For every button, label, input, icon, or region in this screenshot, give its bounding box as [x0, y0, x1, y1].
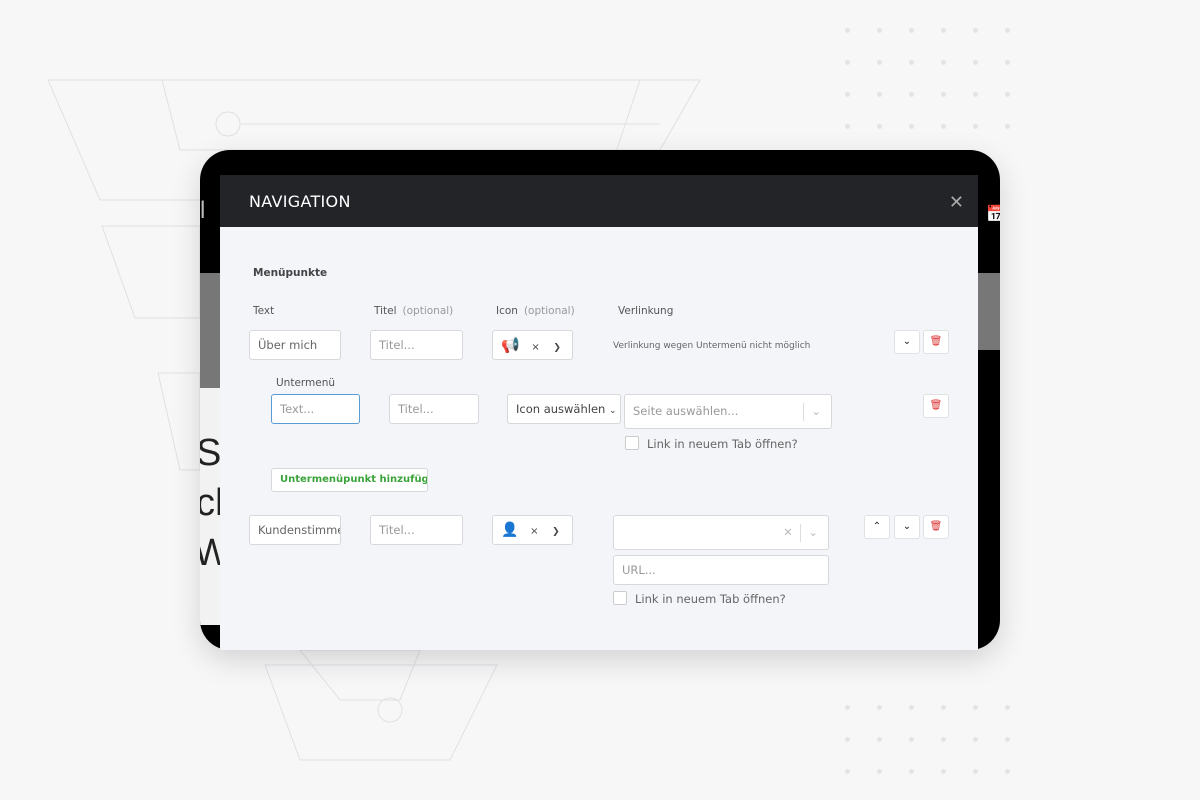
dot	[845, 92, 850, 97]
dot	[1005, 705, 1010, 710]
item-title-input[interactable]: Titel...	[370, 330, 463, 360]
dot	[973, 737, 978, 742]
dot	[845, 705, 850, 710]
dot	[909, 737, 914, 742]
dot	[1005, 769, 1010, 774]
submenu-label: Untermenü	[276, 377, 336, 389]
dot	[973, 705, 978, 710]
submenu-text-input[interactable]: Text...	[271, 394, 360, 424]
item-page-select[interactable]: ✕ ⌄	[613, 515, 829, 550]
megaphone-icon: 📢	[501, 336, 520, 354]
dot	[1005, 28, 1010, 33]
delete-button[interactable]: 🗑	[923, 515, 949, 539]
dot	[877, 769, 882, 774]
dot	[877, 705, 882, 710]
dot	[845, 60, 850, 65]
clear-icon: ✕	[783, 525, 793, 539]
dot	[845, 737, 850, 742]
chevron-down-icon: ⌄	[808, 525, 818, 539]
dot	[973, 28, 978, 33]
dot	[845, 28, 850, 33]
chevron-down-icon: ⌄	[608, 406, 617, 416]
dot	[909, 92, 914, 97]
item-text-input[interactable]: Über mich	[249, 330, 341, 360]
dot	[877, 124, 882, 129]
dot	[973, 769, 978, 774]
new-tab-checkbox[interactable]	[613, 591, 627, 605]
dot	[877, 92, 882, 97]
column-icon: Icon (optional)	[496, 305, 575, 317]
column-text: Text	[253, 305, 275, 317]
add-submenu-button[interactable]: Untermenüpunkt hinzufügen	[271, 468, 428, 492]
dot	[941, 705, 946, 710]
submenu-title-input[interactable]: Titel...	[389, 394, 479, 424]
dot	[973, 60, 978, 65]
dot	[941, 124, 946, 129]
dot	[1005, 737, 1010, 742]
dot	[909, 769, 914, 774]
link-note: Verlinkung wegen Untermenü nicht möglich	[613, 341, 811, 351]
calendar-check-icon: 📅	[986, 204, 1000, 223]
dot	[941, 769, 946, 774]
section-title: Menüpunkte	[253, 267, 328, 279]
submenu-icon-select[interactable]: Icon auswählen ⌄	[507, 394, 621, 424]
dot	[941, 28, 946, 33]
dot	[1005, 92, 1010, 97]
delete-button[interactable]: 🗑	[923, 394, 949, 418]
chevron-down-icon[interactable]: ❯	[553, 343, 561, 353]
move-down-button[interactable]: ⌄	[894, 330, 920, 354]
submenu-page-select[interactable]: Seite auswählen... ⌄	[624, 394, 832, 429]
column-title: Titel (optional)	[374, 305, 454, 317]
item-text-input[interactable]: Kundenstimme	[249, 515, 341, 545]
modal-title: NAVIGATION	[249, 192, 351, 211]
url-input[interactable]: URL...	[613, 555, 829, 585]
dot	[973, 92, 978, 97]
dot	[1005, 60, 1010, 65]
new-tab-checkbox[interactable]	[625, 436, 639, 450]
move-down-button[interactable]: ⌄	[894, 515, 920, 539]
modal-header: NAVIGATION ✕	[220, 175, 978, 227]
new-tab-label: Link in neuem Tab öffnen?	[635, 592, 786, 606]
dot	[941, 60, 946, 65]
navigation-modal: NAVIGATION ✕ Menüpunkte Text Titel (optio…	[220, 175, 978, 650]
dot	[877, 737, 882, 742]
dot	[877, 28, 882, 33]
dot	[909, 124, 914, 129]
item-icon-select[interactable]: 📢 × ❯	[492, 330, 573, 360]
column-link: Verlinkung	[618, 305, 674, 317]
item-icon-select[interactable]: 👤 × ❯	[492, 515, 573, 545]
user-icon: 👤	[501, 522, 519, 538]
new-tab-label: Link in neuem Tab öffnen?	[647, 437, 798, 451]
dot	[941, 92, 946, 97]
item-title-input[interactable]: Titel...	[370, 515, 463, 545]
clear-icon[interactable]: ×	[530, 526, 538, 537]
close-icon[interactable]: ✕	[949, 192, 964, 213]
clear-icon[interactable]: ×	[531, 342, 539, 353]
dot	[1005, 124, 1010, 129]
dot	[973, 124, 978, 129]
dot	[845, 769, 850, 774]
dot	[909, 60, 914, 65]
background-text: l	[200, 197, 206, 224]
chevron-down-icon: ⌄	[811, 404, 821, 418]
dot	[941, 737, 946, 742]
dot	[909, 705, 914, 710]
dot	[909, 28, 914, 33]
dot	[845, 124, 850, 129]
dot	[877, 60, 882, 65]
delete-button[interactable]: 🗑	[923, 330, 949, 354]
chevron-down-icon[interactable]: ❯	[552, 527, 560, 537]
move-up-button[interactable]: ⌃	[864, 515, 890, 539]
